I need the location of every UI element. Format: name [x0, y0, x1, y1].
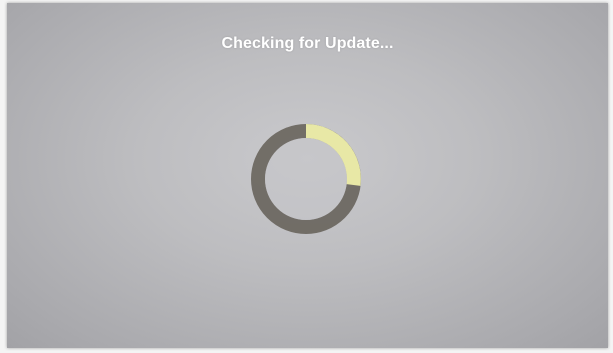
loading-spinner-icon — [251, 124, 361, 234]
status-title: Checking for Update... — [221, 35, 394, 52]
spinner-inner — [265, 138, 347, 220]
update-screen: Checking for Update... — [7, 3, 608, 348]
device-frame: Checking for Update... — [0, 0, 613, 353]
